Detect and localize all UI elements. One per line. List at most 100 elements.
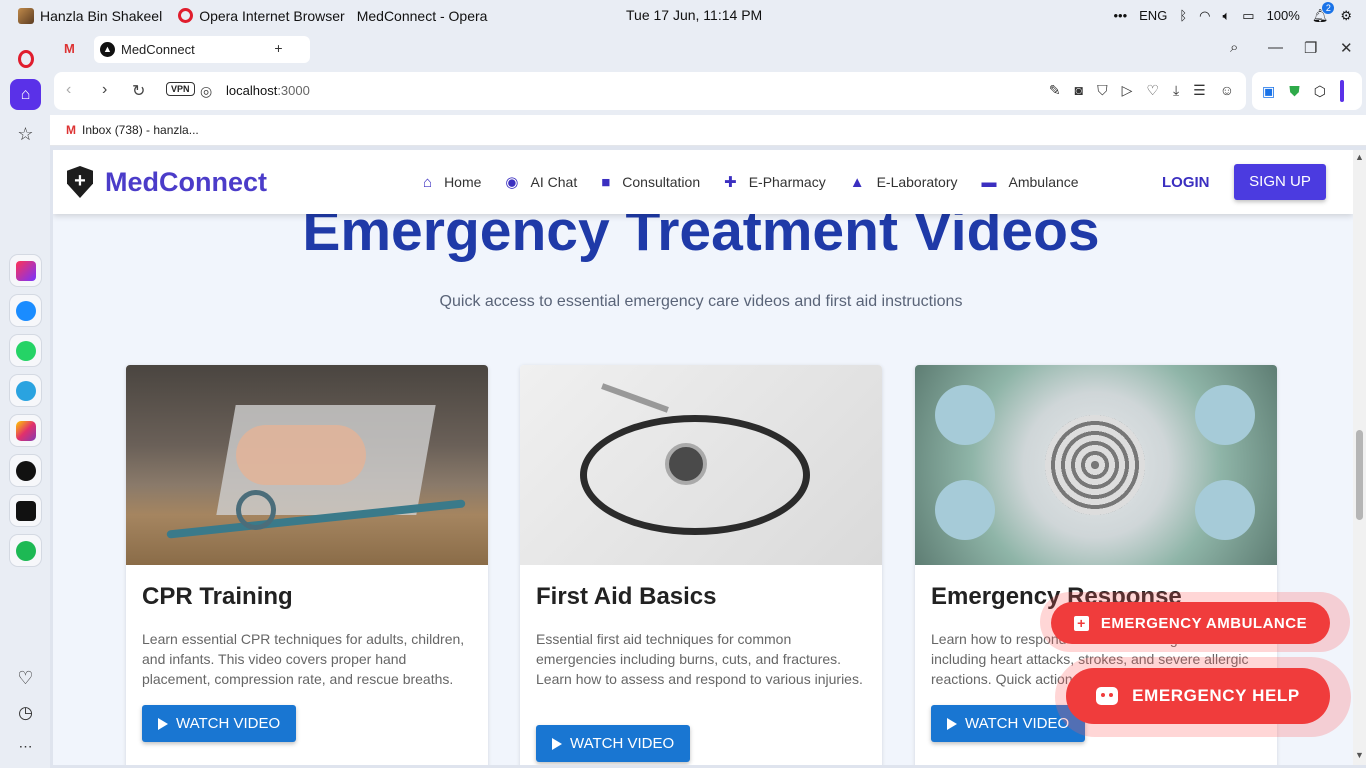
nav-e-laboratory[interactable]: ▲ E-Laboratory bbox=[850, 173, 958, 191]
nav-consultation[interactable]: ■ Consultation bbox=[601, 173, 700, 191]
extension-translate-icon[interactable]: ▣ bbox=[1262, 83, 1275, 100]
nav-consultation-label: Consultation bbox=[622, 174, 701, 190]
emergency-help-button[interactable]: EMERGENCY HELP bbox=[1066, 668, 1330, 724]
extension-shield-icon[interactable]: ⛊ bbox=[1289, 83, 1300, 100]
minimize-icon[interactable]: — bbox=[1268, 39, 1283, 56]
robot-icon: ◉ bbox=[505, 174, 519, 191]
aria-icon[interactable] bbox=[10, 255, 41, 286]
download-icon[interactable]: ⤓ bbox=[1173, 82, 1179, 99]
site-info-globe-icon[interactable]: ◎ bbox=[200, 83, 212, 100]
card-title: First Aid Basics bbox=[536, 583, 717, 610]
easy-setup-icon[interactable]: ☰ bbox=[1193, 82, 1206, 99]
card-title: CPR Training bbox=[142, 583, 293, 610]
new-tab-button[interactable]: + bbox=[270, 40, 287, 57]
ambulance-icon: ▬ bbox=[981, 173, 997, 191]
extensions-bar: ▣ ⛊ ⬡ bbox=[1252, 72, 1362, 110]
bookmarks-star-icon[interactable]: ☆ bbox=[10, 119, 41, 150]
nav-e-pharmacy[interactable]: ✚ E-Pharmacy bbox=[724, 173, 826, 191]
nav-home[interactable]: ⌂ Home bbox=[423, 173, 481, 191]
scroll-down-icon[interactable]: ▼ bbox=[1355, 750, 1364, 760]
emergency-response-image bbox=[915, 365, 1277, 565]
gmail-pinned-tab-icon[interactable]: M bbox=[64, 41, 75, 56]
account-icon[interactable]: ☺ bbox=[1220, 82, 1234, 99]
x-twitter-icon[interactable] bbox=[10, 495, 41, 526]
favorites-heart-icon[interactable]: ♡ bbox=[10, 663, 41, 694]
gmail-icon: M bbox=[66, 123, 76, 137]
edit-icon[interactable]: ✎ bbox=[1049, 82, 1061, 99]
page-scrollbar[interactable]: ▲ ▼ bbox=[1353, 150, 1366, 765]
url-text[interactable]: localhost:3000 bbox=[226, 83, 310, 98]
cpr-training-image bbox=[126, 365, 488, 565]
extensions-cube-icon[interactable]: ⬡ bbox=[1314, 83, 1326, 100]
home-icon: ⌂ bbox=[423, 173, 433, 191]
bluetooth-icon[interactable]: ᛒ bbox=[1179, 8, 1187, 23]
spotify-icon[interactable] bbox=[10, 535, 41, 566]
opera-logo-icon bbox=[178, 8, 194, 23]
brand-logo[interactable]: + MedConnect bbox=[67, 166, 267, 198]
video-camera-icon: ■ bbox=[601, 173, 611, 191]
whatsapp-icon[interactable] bbox=[10, 335, 41, 366]
heart-icon[interactable]: ♡ bbox=[1146, 82, 1159, 99]
os-window-title: MedConnect - Opera bbox=[356, 7, 488, 24]
nav-ai-chat-label: AI Chat bbox=[530, 174, 578, 190]
nav-links: ⌂ Home ◉ AI Chat ■ Consultation ✚ E-Pharmacy… bbox=[423, 173, 1079, 192]
card-description: Learn essential CPR techniques for adult… bbox=[142, 631, 465, 687]
snapshot-camera-icon[interactable]: ◙ bbox=[1075, 82, 1083, 99]
emergency-help-label: EMERGENCY HELP bbox=[1132, 686, 1300, 705]
sidebar-more-icon[interactable]: ⋯ bbox=[10, 731, 41, 762]
bookmarks-bar: M Inbox (738) - hanzla... bbox=[50, 115, 1366, 146]
bookmark-gmail-inbox[interactable]: Inbox (738) - hanzla... bbox=[82, 123, 199, 137]
notifications-icon[interactable]: 🔔︎ 2 bbox=[1312, 1, 1335, 24]
instagram-icon[interactable] bbox=[10, 415, 41, 446]
emergency-ambulance-button[interactable]: + EMERGENCY AMBULANCE bbox=[1051, 602, 1330, 644]
settings-icon[interactable]: ⚙ bbox=[1340, 8, 1352, 24]
flask-icon: ▲ bbox=[849, 173, 865, 191]
telegram-icon[interactable] bbox=[10, 375, 41, 406]
user-avatar-icon bbox=[18, 7, 34, 24]
messenger-icon[interactable] bbox=[10, 295, 41, 326]
back-icon[interactable]: ‹ bbox=[66, 81, 71, 99]
os-datetime[interactable]: Tue 17 Jun, 11:14 PM bbox=[626, 7, 762, 23]
os-user-name: Hanzla Bin Shakeel bbox=[40, 7, 163, 24]
nav-ambulance[interactable]: ▬ Ambulance bbox=[982, 173, 1079, 191]
more-icon[interactable]: ••• bbox=[1113, 8, 1127, 23]
signup-button[interactable]: SIGN UP bbox=[1234, 164, 1326, 200]
video-card: CPR Training Learn essential CPR techniq… bbox=[126, 365, 488, 765]
os-app-name: Opera Internet Browser bbox=[199, 7, 345, 24]
watch-video-label: WATCH VIDEO bbox=[176, 715, 281, 732]
scroll-up-icon[interactable]: ▲ bbox=[1355, 152, 1364, 162]
os-taskbar: Hanzla Bin Shakeel Opera Internet Browse… bbox=[0, 0, 1366, 31]
address-bar[interactable]: ‹ › ↻ VPN ◎ localhost:3000 ✎ ◙ ⛉ ▷ ♡ ⤓ ☰… bbox=[54, 72, 1246, 110]
pharmacy-icon: ✚ bbox=[724, 174, 737, 191]
volume-icon[interactable]: 🔈︎ bbox=[1222, 8, 1230, 24]
play-icon bbox=[947, 717, 957, 730]
home-icon[interactable]: ⌂ bbox=[10, 79, 41, 110]
vpn-badge[interactable]: VPN bbox=[166, 82, 195, 96]
play-icon[interactable]: ▷ bbox=[1122, 82, 1133, 99]
history-clock-icon[interactable]: ◷ bbox=[10, 697, 41, 728]
maximize-icon[interactable]: ❐ bbox=[1304, 39, 1317, 57]
battery-icon[interactable]: ▭ bbox=[1242, 8, 1254, 24]
shield-icon[interactable]: ⛉ bbox=[1097, 82, 1108, 99]
watch-video-button[interactable]: WATCH VIDEO bbox=[142, 705, 297, 742]
opera-menu-icon[interactable] bbox=[10, 43, 41, 74]
close-icon[interactable]: ✕ bbox=[1340, 39, 1353, 57]
nav-ai-chat[interactable]: ◉ AI Chat bbox=[505, 173, 577, 191]
scrollbar-thumb[interactable] bbox=[1356, 430, 1363, 520]
sidebar-toggle-icon[interactable] bbox=[1339, 80, 1344, 102]
card-description: Essential first aid techniques for commo… bbox=[536, 631, 863, 687]
tiktok-icon[interactable] bbox=[10, 455, 41, 486]
nav-ambulance-label: Ambulance bbox=[1008, 174, 1079, 190]
login-button[interactable]: LOGIN bbox=[1162, 174, 1210, 191]
brand-name: MedConnect bbox=[105, 166, 267, 197]
forward-icon[interactable]: › bbox=[102, 81, 107, 99]
emergency-ambulance-label: EMERGENCY AMBULANCE bbox=[1100, 614, 1308, 632]
url-port: :3000 bbox=[277, 83, 310, 98]
watch-video-button[interactable]: WATCH VIDEO bbox=[536, 725, 691, 762]
search-tabs-icon[interactable]: ⌕ bbox=[1230, 39, 1238, 56]
notification-badge: 2 bbox=[1322, 1, 1335, 14]
page-subtitle: Quick access to essential emergency care… bbox=[439, 293, 963, 310]
reload-icon[interactable]: ↻ bbox=[132, 81, 145, 101]
wifi-icon[interactable]: ◠ bbox=[1199, 8, 1210, 24]
os-language[interactable]: ENG bbox=[1139, 8, 1167, 23]
